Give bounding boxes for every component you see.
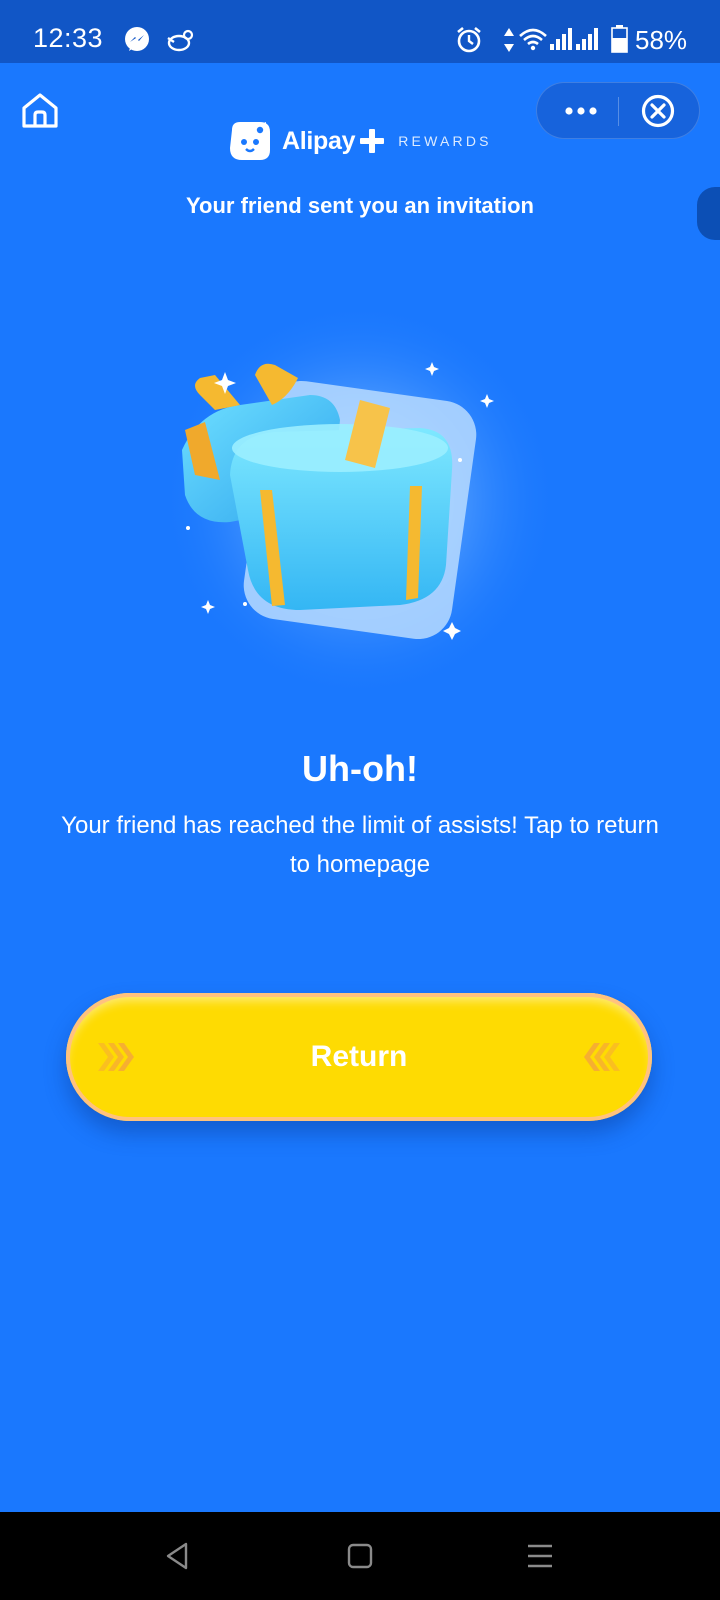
gift-box-illustration — [160, 300, 560, 700]
nav-home-button[interactable] — [340, 1536, 380, 1576]
more-button[interactable] — [555, 95, 607, 127]
message-body: Your friend has reached the limit of ass… — [61, 812, 659, 878]
mini-program-capsule — [536, 82, 700, 139]
data-arrows-icon — [504, 28, 514, 52]
nav-recents-button[interactable] — [520, 1536, 560, 1576]
close-button[interactable] — [641, 94, 675, 128]
status-bar: 12:33 58% — [0, 0, 720, 63]
close-circle-icon — [641, 94, 675, 128]
plus-icon — [360, 129, 385, 153]
signal-icon — [550, 28, 572, 50]
status-time: 12:33 — [33, 23, 104, 53]
mascot-logo-icon — [230, 122, 270, 160]
return-label: Return — [310, 1040, 408, 1073]
capsule-divider — [618, 97, 619, 126]
chevron-left-icon — [584, 1043, 620, 1071]
bird-app-icon — [167, 29, 194, 52]
brand-subtitle: REWARDS — [398, 133, 492, 149]
invitation-heading: Your friend sent you an invitation — [186, 193, 534, 218]
signal-icon — [576, 28, 598, 50]
more-dots-icon — [565, 107, 597, 115]
message-title: Uh-oh! — [302, 748, 418, 789]
return-button[interactable]: Return — [66, 993, 652, 1121]
messenger-icon — [125, 27, 149, 51]
alarm-icon — [457, 26, 481, 53]
home-square-icon — [347, 1543, 373, 1569]
wifi-icon — [519, 28, 547, 51]
nav-back-button[interactable] — [158, 1536, 198, 1576]
back-icon — [166, 1542, 188, 1570]
brand-name: Alipay — [282, 126, 356, 155]
system-nav-bar — [0, 1512, 720, 1600]
brand-logo: Alipay REWARDS — [226, 118, 492, 164]
recents-menu-icon — [528, 1544, 552, 1568]
battery-percentage: 58% — [635, 25, 688, 55]
home-button[interactable] — [20, 91, 60, 131]
home-icon — [22, 93, 58, 128]
battery-icon — [611, 25, 628, 53]
